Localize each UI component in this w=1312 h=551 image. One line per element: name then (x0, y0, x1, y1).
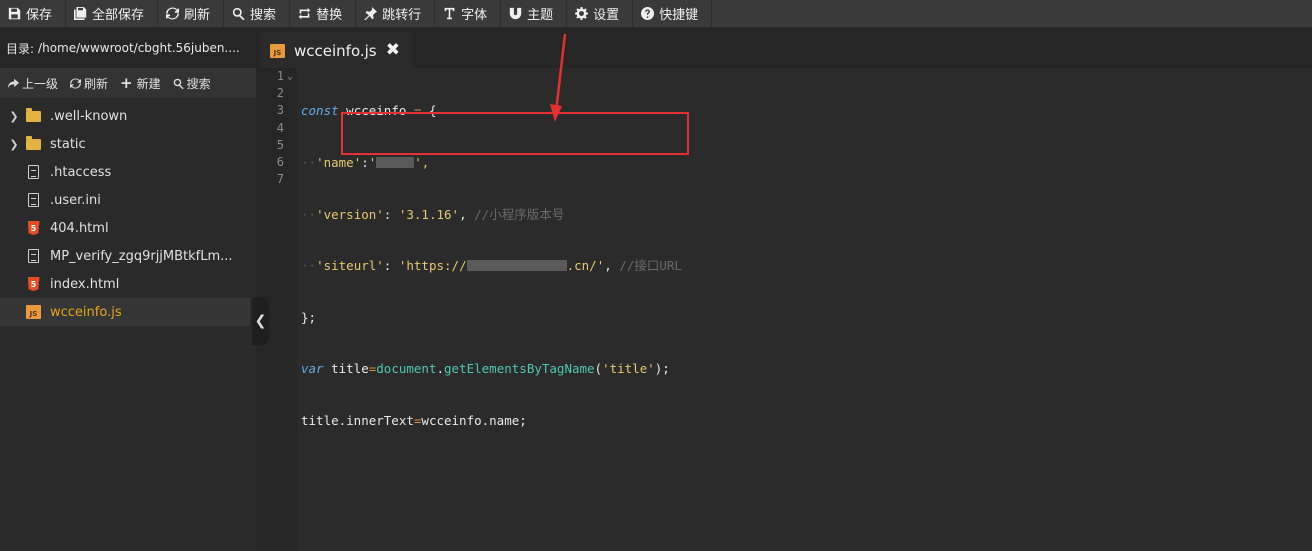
tab-wcceinfo-js[interactable]: JS wcceinfo.js ✖ (260, 32, 412, 68)
plus-icon: + (120, 73, 133, 92)
save-button[interactable]: 保存 (0, 0, 67, 27)
redacted-text (466, 260, 567, 272)
help-icon (641, 7, 655, 20)
theme-button[interactable]: 主题 (501, 0, 568, 27)
search-icon (232, 7, 245, 20)
file-icon (28, 193, 39, 207)
js-file-icon: JS (26, 305, 41, 319)
sidebar-search-button[interactable]: 搜索 (173, 75, 211, 92)
shortcuts-button[interactable]: 快捷键 (633, 0, 713, 27)
folder-icon (26, 107, 41, 122)
file-icon (28, 165, 39, 179)
chevron-left-icon: ❮ (254, 313, 267, 329)
file-item-index-html[interactable]: 5 index.html (0, 270, 250, 298)
magnet-icon (509, 7, 522, 20)
file-sidebar: 目录: /home/wwwroot/cbght.56juben.... 上一级 … (0, 28, 256, 551)
line-number: 6 (276, 154, 284, 169)
font-icon (444, 7, 455, 20)
font-button[interactable]: 字体 (435, 0, 502, 27)
refresh-icon (166, 7, 180, 20)
line-number: 1 (256, 68, 297, 85)
save-all-button[interactable]: 全部保存 (66, 0, 159, 27)
new-file-button[interactable]: + 新建 (120, 75, 161, 92)
sidebar-actions: 上一级 刷新 + 新建 搜索 (0, 68, 256, 98)
code-line: var title=document.getElementsByTagName(… (301, 361, 670, 377)
toolbar: 保存 全部保存 刷新 搜索 替换 跳转行 字体 主题 设置 快捷键 (0, 0, 1312, 28)
html5-icon: 5 (27, 277, 40, 291)
line-number: 7 (276, 172, 284, 187)
refresh-button[interactable]: 刷新 (158, 0, 225, 27)
refresh-icon (70, 78, 82, 88)
file-item-404-html[interactable]: 5 404.html (0, 214, 250, 242)
line-number: 5 (276, 137, 284, 152)
replace-icon (298, 7, 311, 20)
code-line: ··'version': '3.1.16', //小程序版本号 (301, 206, 565, 222)
tab-bar: JS wcceinfo.js ✖ (256, 28, 1312, 68)
code-line: ··'name':' ', (301, 155, 430, 170)
settings-button[interactable]: 设置 (567, 0, 634, 27)
chevron-right-icon[interactable]: ❯ (7, 110, 21, 123)
line-number: 2 (276, 86, 284, 101)
up-level-button[interactable]: 上一级 (8, 75, 58, 92)
file-item-htaccess[interactable]: .htaccess (0, 158, 250, 186)
file-item-user-ini[interactable]: .user.ini (0, 186, 250, 214)
code-line: title.innerText=wcceinfo.name; (301, 412, 527, 428)
line-number: 4 (276, 120, 284, 135)
sidebar-collapse-handle[interactable]: ❮ (252, 297, 269, 345)
file-item-mp-verify[interactable]: MP_verify_zgq9rjjMBtkfLm... (0, 242, 250, 270)
goto-line-button[interactable]: 跳转行 (356, 0, 436, 27)
directory-path: 目录: /home/wwwroot/cbght.56juben.... (0, 28, 256, 68)
code-line: }; (301, 309, 317, 325)
chevron-right-icon[interactable]: ❯ (7, 138, 21, 151)
share-arrow-icon (8, 78, 19, 88)
search-icon (173, 78, 184, 89)
close-icon[interactable]: ✖ (386, 40, 400, 60)
floppy-icon (8, 7, 21, 20)
file-item-well-known[interactable]: ❯ .well-known (0, 102, 250, 130)
html5-icon: 5 (27, 221, 40, 235)
file-icon (28, 249, 39, 263)
gear-icon (575, 7, 589, 20)
sidebar-refresh-button[interactable]: 刷新 (70, 75, 108, 92)
save-all-icon (74, 7, 87, 20)
js-file-icon: JS (270, 44, 285, 58)
highlight-box (341, 112, 689, 155)
line-number: 3 (276, 103, 284, 118)
file-tree: ❯ .well-known ❯ static .htaccess .user.i… (0, 98, 256, 326)
file-item-static[interactable]: ❯ static (0, 130, 250, 158)
pin-icon (364, 7, 378, 20)
search-button[interactable]: 搜索 (224, 0, 291, 27)
replace-button[interactable]: 替换 (290, 0, 357, 27)
code-line: ··'siteurl': 'https://.cn/', //接口URL (301, 258, 682, 274)
redacted-text (376, 157, 415, 168)
folder-icon (26, 135, 41, 150)
file-item-wcceinfo-js[interactable]: JS wcceinfo.js (0, 298, 250, 326)
